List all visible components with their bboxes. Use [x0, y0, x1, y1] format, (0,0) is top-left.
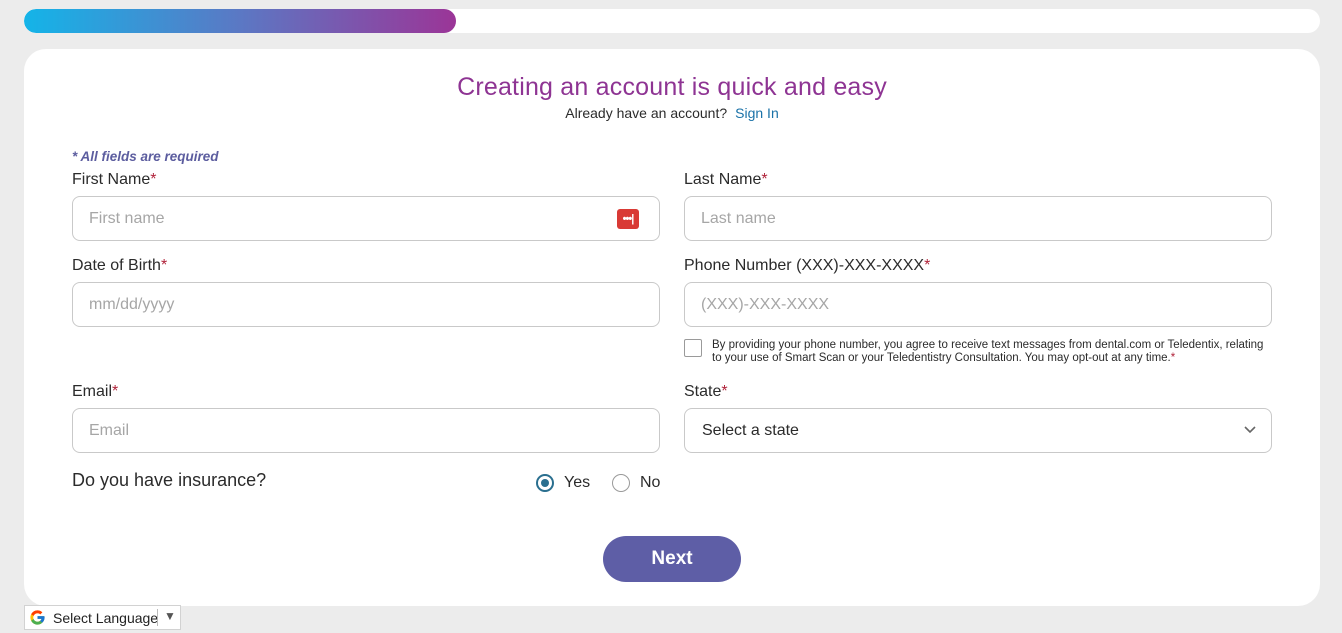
first-name-label: First Name* [72, 171, 156, 189]
dob-field [72, 282, 660, 327]
required-star: * [721, 383, 728, 400]
first-name-field: •••| [72, 196, 660, 241]
select-language-label: Select Language [53, 610, 159, 626]
required-star: * [1170, 352, 1176, 364]
insurance-yes-label[interactable]: Yes [564, 474, 590, 492]
progress-bar [24, 9, 1320, 33]
state-select-value: Select a state [702, 422, 799, 439]
dropdown-arrow-icon: ▼ [164, 609, 176, 623]
already-have-account-text: Already have an account? [565, 105, 728, 121]
phone-label-text: Phone Number (XXX)-XXX-XXXX [684, 257, 925, 274]
email-input[interactable] [73, 409, 659, 452]
sign-in-link[interactable]: Sign In [735, 105, 779, 121]
email-field [72, 408, 660, 453]
insurance-no-label[interactable]: No [640, 474, 660, 492]
signup-card: Creating an account is quick and easy Al… [24, 49, 1320, 606]
dob-label-text: Date of Birth [72, 257, 161, 274]
email-label-text: Email [72, 383, 113, 400]
last-name-input[interactable] [685, 197, 1271, 240]
first-name-input[interactable] [73, 197, 659, 240]
last-name-label: Last Name* [684, 171, 768, 189]
first-name-label-text: First Name [72, 171, 151, 188]
sms-consent-checkbox[interactable] [684, 339, 702, 357]
required-star: * [150, 171, 157, 188]
signin-prompt: Already have an account? Sign In [24, 105, 1320, 121]
required-star: * [160, 257, 168, 274]
page-title: Creating an account is quick and easy [457, 73, 887, 101]
last-name-label-text: Last Name [684, 171, 762, 188]
progress-bar-fill [24, 9, 456, 33]
last-name-field [684, 196, 1272, 241]
insurance-no-radio[interactable] [612, 474, 630, 492]
state-select[interactable]: Select a state [684, 408, 1272, 453]
language-separator [157, 609, 158, 626]
chevron-down-icon [1244, 426, 1256, 434]
dob-label: Date of Birth* [72, 257, 167, 275]
sms-consent-text-body: By providing your phone number, you agre… [712, 339, 1264, 364]
google-g-icon [30, 610, 45, 625]
insurance-question: Do you have insurance? [72, 470, 267, 490]
insurance-yes-radio[interactable] [536, 474, 554, 492]
select-language-widget[interactable]: Select Language ▼ [24, 605, 181, 630]
phone-field [684, 282, 1272, 327]
password-manager-icon[interactable]: •••| [617, 209, 639, 229]
state-label-text: State [684, 383, 722, 400]
sms-consent-text: By providing your phone number, you agre… [712, 339, 1272, 365]
required-fields-note: * All fields are required [72, 149, 219, 164]
required-star: * [924, 257, 931, 274]
required-star: * [112, 383, 119, 400]
phone-input[interactable] [685, 283, 1271, 326]
state-label: State* [684, 383, 728, 401]
phone-label: Phone Number (XXX)-XXX-XXXX* [684, 257, 930, 275]
required-star: * [761, 171, 768, 188]
email-label: Email* [72, 383, 118, 401]
dob-input[interactable] [73, 283, 659, 326]
next-button[interactable]: Next [603, 536, 741, 582]
